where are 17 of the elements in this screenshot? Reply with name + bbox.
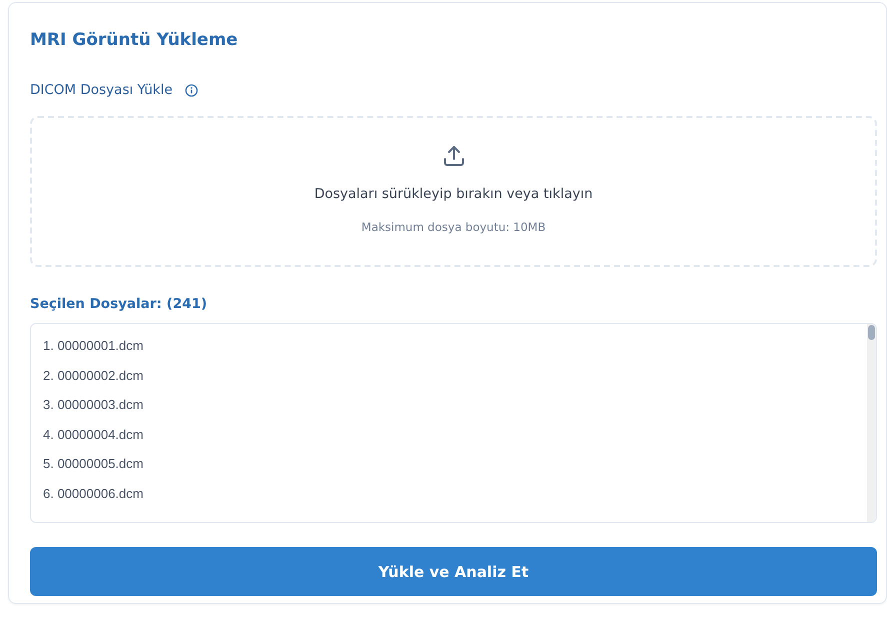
file-item: 2. 00000002.dcm xyxy=(43,368,144,385)
field-label: DICOM Dosyası Yükle xyxy=(30,81,173,99)
dropzone-text: Dosyaları sürükleyip bırakın veya tıklayın xyxy=(314,186,593,202)
scrollbar-thumb[interactable] xyxy=(868,325,875,340)
file-item: 1. 00000001.dcm xyxy=(43,338,144,355)
upload-analyze-button[interactable]: Yükle ve Analiz Et xyxy=(30,547,877,596)
file-item: 3. 00000003.dcm xyxy=(43,397,144,414)
info-icon[interactable] xyxy=(184,84,198,96)
page-title: MRI Görüntü Yükleme xyxy=(30,29,239,51)
scrollbar[interactable] xyxy=(867,324,876,522)
file-item: 6. 00000006.dcm xyxy=(43,486,144,503)
upload-dropzone[interactable]: Dosyaları sürükleyip bırakın veya tıklayın Maksimum dosya boyutu: 10MB xyxy=(30,116,877,267)
dropzone-hint: Maksimum dosya boyutu: 10MB xyxy=(361,220,546,234)
file-item: 4. 00000004.dcm xyxy=(43,426,144,444)
section-heading: Seçilen Dosyalar: (241) xyxy=(30,296,208,312)
file-item: 5. 00000005.dcm xyxy=(43,456,144,474)
upload-icon xyxy=(442,144,466,168)
